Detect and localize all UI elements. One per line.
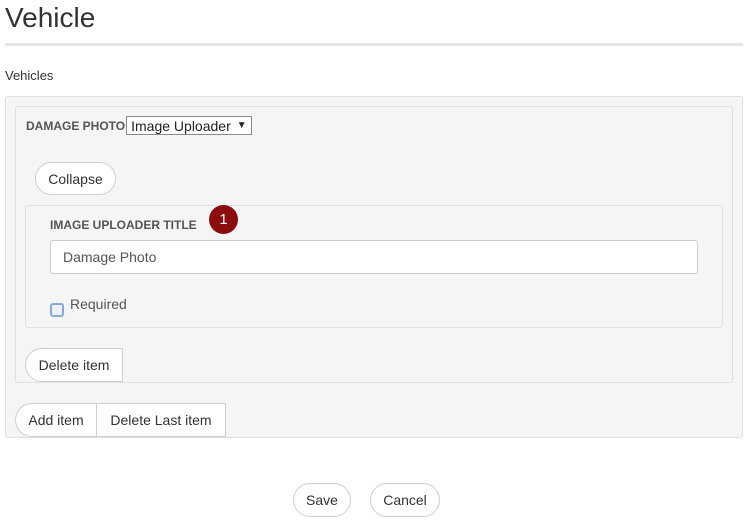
cancel-button[interactable]: Cancel	[370, 483, 440, 517]
collapse-button[interactable]: Collapse	[35, 162, 116, 195]
field-type-row: DAMAGE PHOTO Image Uploader ▼	[26, 116, 252, 135]
field-type-select-value: Image Uploader	[131, 117, 231, 134]
add-item-button[interactable]: Add item	[15, 403, 97, 437]
title-divider	[5, 43, 743, 46]
save-button[interactable]: Save	[293, 483, 351, 517]
section-label: Vehicles	[5, 68, 54, 83]
list-actions-group: Add item Delete Last item	[15, 403, 226, 437]
step-number-badge: 1	[209, 205, 238, 234]
field-type-label: DAMAGE PHOTO	[26, 118, 126, 133]
page-title: Vehicle	[5, 2, 96, 33]
required-checkbox[interactable]	[50, 303, 64, 317]
delete-item-button[interactable]: Delete item	[25, 348, 123, 382]
field-type-select[interactable]: Image Uploader ▼	[126, 116, 252, 135]
image-uploader-title-input[interactable]: Damage Photo	[50, 240, 698, 274]
chevron-down-icon: ▼	[236, 120, 247, 131]
required-label: Required	[70, 296, 127, 312]
delete-last-item-button[interactable]: Delete Last item	[97, 403, 226, 437]
image-uploader-title-label: IMAGE UPLOADER TITLE	[50, 218, 197, 232]
